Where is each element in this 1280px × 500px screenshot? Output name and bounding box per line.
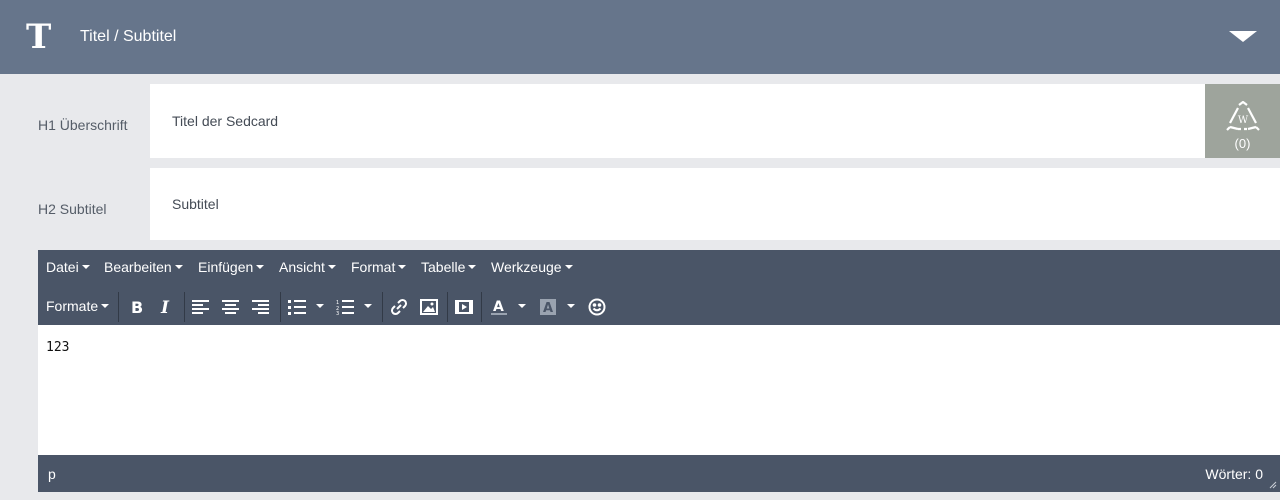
text-color-button[interactable]: A: [488, 295, 510, 319]
toolbar-separator: [481, 292, 482, 322]
align-center-icon: [222, 300, 239, 314]
numbered-list-icon: 123: [336, 300, 354, 315]
menu-einfuegen[interactable]: Einfügen: [198, 259, 265, 275]
italic-icon: I: [160, 299, 170, 315]
numbered-list-dropdown[interactable]: [360, 295, 376, 319]
toolbar-separator: [280, 292, 281, 322]
italic-button[interactable]: I: [155, 295, 177, 319]
bold-button[interactable]: B: [126, 295, 148, 319]
smiley-icon: [588, 298, 606, 316]
svg-text:3: 3: [336, 311, 339, 315]
menu-werkzeuge[interactable]: Werkzeuge: [491, 259, 573, 275]
bullet-list-button[interactable]: [286, 295, 308, 319]
editor-toolbar: Formate B I 123 A A: [38, 288, 1280, 324]
align-right-icon: [252, 300, 269, 314]
image-icon: [420, 299, 438, 315]
caret-down-icon: [316, 304, 324, 308]
word-count: Wörter: 0: [1205, 466, 1263, 482]
caret-down-icon: [327, 265, 336, 270]
caret-down-icon: [81, 265, 90, 270]
toolbar-separator: [447, 292, 448, 322]
editor-content-area[interactable]: 123: [38, 325, 1280, 455]
link-button[interactable]: [388, 295, 410, 319]
caret-down-icon: [364, 304, 372, 308]
image-button[interactable]: [418, 295, 440, 319]
menu-tabelle-label: Tabelle: [421, 259, 466, 275]
menu-einfuegen-label: Einfügen: [198, 259, 254, 275]
menu-format[interactable]: Format: [351, 259, 407, 275]
media-button[interactable]: [453, 295, 475, 319]
caret-down-icon: [468, 265, 477, 270]
emoticons-button[interactable]: [586, 295, 608, 319]
element-path[interactable]: p: [48, 466, 56, 482]
svg-text:I: I: [160, 299, 170, 315]
background-color-icon: A: [540, 299, 556, 316]
toolbar-separator: [184, 292, 185, 322]
text-type-logo: T: [26, 17, 52, 57]
formats-dropdown[interactable]: Formate: [46, 298, 110, 314]
word-recycle-count: (0): [1234, 136, 1251, 151]
h1-label: H1 Überschrift: [38, 117, 128, 133]
h1-input[interactable]: [150, 84, 1205, 158]
editor-menubar: Datei Bearbeiten Einfügen Ansicht Format…: [38, 250, 1280, 284]
caret-down-icon: [518, 304, 526, 308]
caret-down-icon: [101, 304, 110, 309]
caret-down-icon: [398, 265, 407, 270]
bullet-list-icon: [288, 300, 306, 315]
section-title: Titel / Subtitel: [80, 28, 177, 45]
menu-format-label: Format: [351, 259, 396, 275]
menu-bearbeiten[interactable]: Bearbeiten: [104, 259, 183, 275]
menu-bearbeiten-label: Bearbeiten: [104, 259, 172, 275]
word-recycle-button[interactable]: W (0): [1205, 84, 1280, 158]
toolbar-separator: [118, 292, 119, 322]
background-color-dropdown[interactable]: [563, 295, 579, 319]
menu-ansicht[interactable]: Ansicht: [279, 259, 336, 275]
bold-icon: B: [131, 299, 143, 315]
caret-down-icon: [567, 304, 575, 308]
text-color-icon: A: [491, 299, 507, 315]
media-icon: [455, 300, 473, 314]
caret-down-icon: [174, 265, 183, 270]
align-left-icon: [192, 300, 209, 314]
background-color-button[interactable]: A: [537, 295, 559, 319]
align-right-button[interactable]: [250, 295, 272, 319]
editor-content-text[interactable]: 123: [46, 340, 69, 355]
menu-tabelle[interactable]: Tabelle: [421, 259, 477, 275]
rich-text-editor: Datei Bearbeiten Einfügen Ansicht Format…: [38, 250, 1280, 492]
svg-text:A: A: [493, 299, 504, 315]
menu-ansicht-label: Ansicht: [279, 259, 325, 275]
resize-grip-icon[interactable]: [1267, 479, 1277, 489]
h2-label: H2 Subtitel: [38, 201, 107, 217]
recycle-w-icon: W: [1226, 101, 1260, 131]
h2-input[interactable]: [150, 168, 1280, 240]
caret-down-icon: [256, 265, 265, 270]
svg-text:A: A: [543, 301, 553, 316]
text-color-dropdown[interactable]: [514, 295, 530, 319]
align-center-button[interactable]: [220, 295, 242, 319]
numbered-list-button[interactable]: 123: [334, 295, 356, 319]
section-header: T Titel / Subtitel: [0, 0, 1280, 74]
menu-datei[interactable]: Datei: [46, 259, 90, 275]
link-icon: [390, 298, 408, 316]
toolbar-separator: [382, 292, 383, 322]
caret-down-icon: [564, 265, 573, 270]
formats-label: Formate: [46, 298, 99, 314]
svg-text:W: W: [1238, 115, 1249, 126]
align-left-button[interactable]: [190, 295, 212, 319]
menu-werkzeuge-label: Werkzeuge: [491, 259, 562, 275]
editor-statusbar: p Wörter: 0: [38, 455, 1280, 492]
menu-datei-label: Datei: [46, 259, 79, 275]
collapse-toggle-icon[interactable]: [1229, 31, 1257, 42]
svg-text:B: B: [131, 299, 143, 315]
bullet-list-dropdown[interactable]: [312, 295, 328, 319]
